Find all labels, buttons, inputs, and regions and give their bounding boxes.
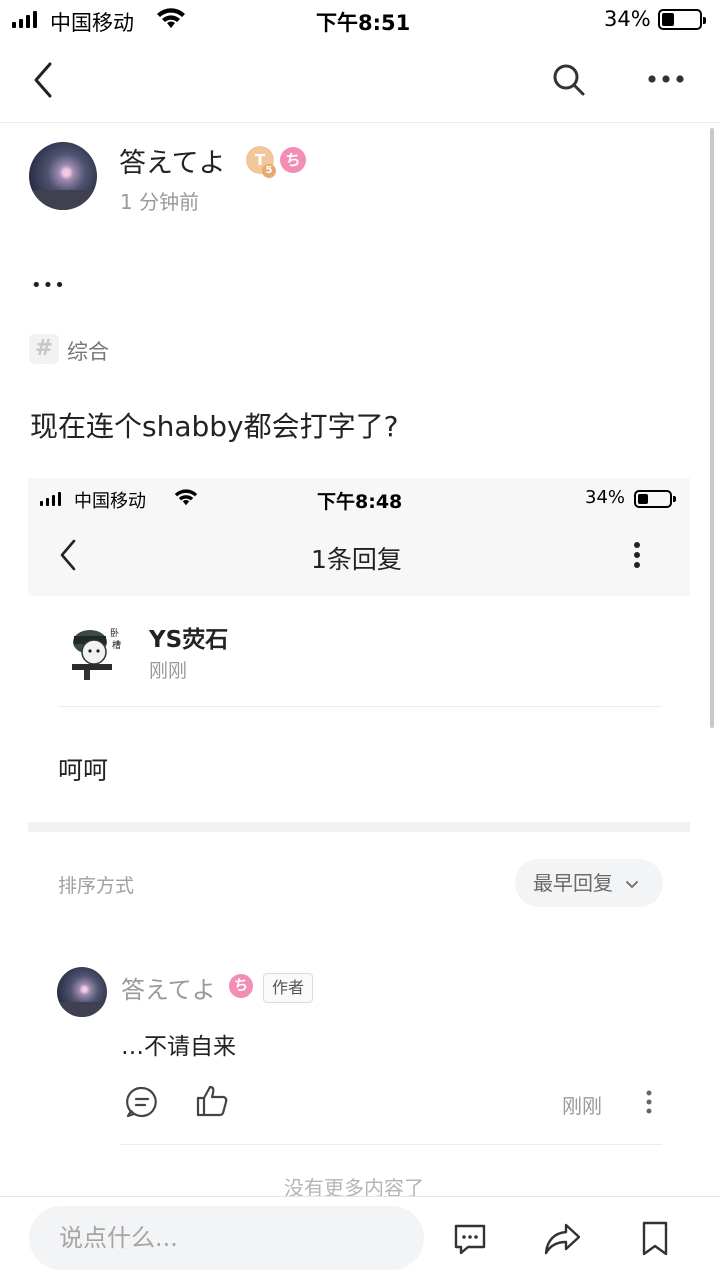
signal-icon — [12, 11, 37, 28]
post-content-dots: ••• — [31, 275, 66, 296]
svg-text:槽: 槽 — [112, 639, 121, 651]
author-name[interactable]: 答えてよ — [119, 141, 226, 180]
nav-divider — [0, 122, 720, 123]
embedded-battery-percent: 34% — [585, 487, 626, 508]
comment-author: 答えてよ — [121, 976, 216, 1004]
embedded-signal-icon — [40, 492, 61, 506]
author-avatar[interactable] — [29, 142, 97, 210]
comment-input[interactable] — [29, 1206, 424, 1270]
reply-author-avatar: 卧 槽 — [64, 620, 128, 684]
post-tag[interactable]: 综合 — [67, 336, 109, 366]
comment-icon — [126, 1086, 157, 1118]
share-icon[interactable] — [543, 1221, 583, 1257]
hash-icon: # — [29, 334, 59, 364]
author-tag: 作者 — [263, 973, 313, 1003]
level-badge-number: 5 — [262, 164, 276, 178]
sort-value: 最早回复 — [533, 871, 613, 895]
comment-text: …不请自来 — [121, 1034, 236, 1060]
back-icon[interactable] — [28, 60, 58, 100]
embedded-section-band — [28, 822, 690, 832]
embedded-divider — [58, 706, 662, 707]
post-time: 1 分钟前 — [120, 190, 200, 214]
bookmark-icon[interactable] — [640, 1220, 670, 1258]
embedded-clock: 下午8:48 — [317, 491, 403, 513]
embedded-header-title: 1条回复 — [311, 545, 402, 574]
status-bar: 中国移动 下午8:51 34% — [0, 0, 720, 40]
search-icon[interactable] — [550, 61, 588, 99]
embedded-battery-icon — [634, 490, 676, 508]
svg-text:卧: 卧 — [110, 627, 119, 639]
reply-time: 刚刚 — [149, 660, 188, 682]
chevron-down-icon — [626, 880, 639, 888]
level-badge: T 5 — [246, 146, 276, 178]
post-title: 现在连个shabby都会打字了? — [30, 410, 399, 443]
comment-medal-badge-icon: ち — [229, 974, 253, 998]
like-icon — [196, 1085, 228, 1117]
medal-badge-icon: ち — [280, 147, 306, 173]
more-icon[interactable] — [646, 72, 686, 86]
battery-icon — [658, 9, 706, 30]
carrier-label: 中国移动 — [50, 11, 134, 35]
clock: 下午8:51 — [316, 11, 411, 35]
comment-more-icon — [646, 1090, 652, 1114]
wifi-icon — [157, 8, 185, 28]
battery-percent: 34% — [604, 7, 651, 31]
sort-label: 排序方式 — [58, 875, 135, 897]
embedded-back-icon — [60, 539, 76, 571]
comments-icon[interactable] — [452, 1221, 488, 1257]
sort-dropdown: 最早回复 — [515, 859, 663, 907]
comment-time: 刚刚 — [562, 1094, 602, 1118]
embedded-wifi-icon — [174, 489, 198, 506]
reply-text: 呵呵 — [58, 756, 109, 785]
comment-divider — [120, 1144, 662, 1145]
comment-avatar — [57, 967, 107, 1017]
embedded-more-icon — [634, 542, 640, 568]
scrollbar[interactable] — [710, 128, 714, 728]
reply-author-name: YS荧石 — [149, 627, 229, 653]
embedded-carrier: 中国移动 — [74, 491, 146, 512]
